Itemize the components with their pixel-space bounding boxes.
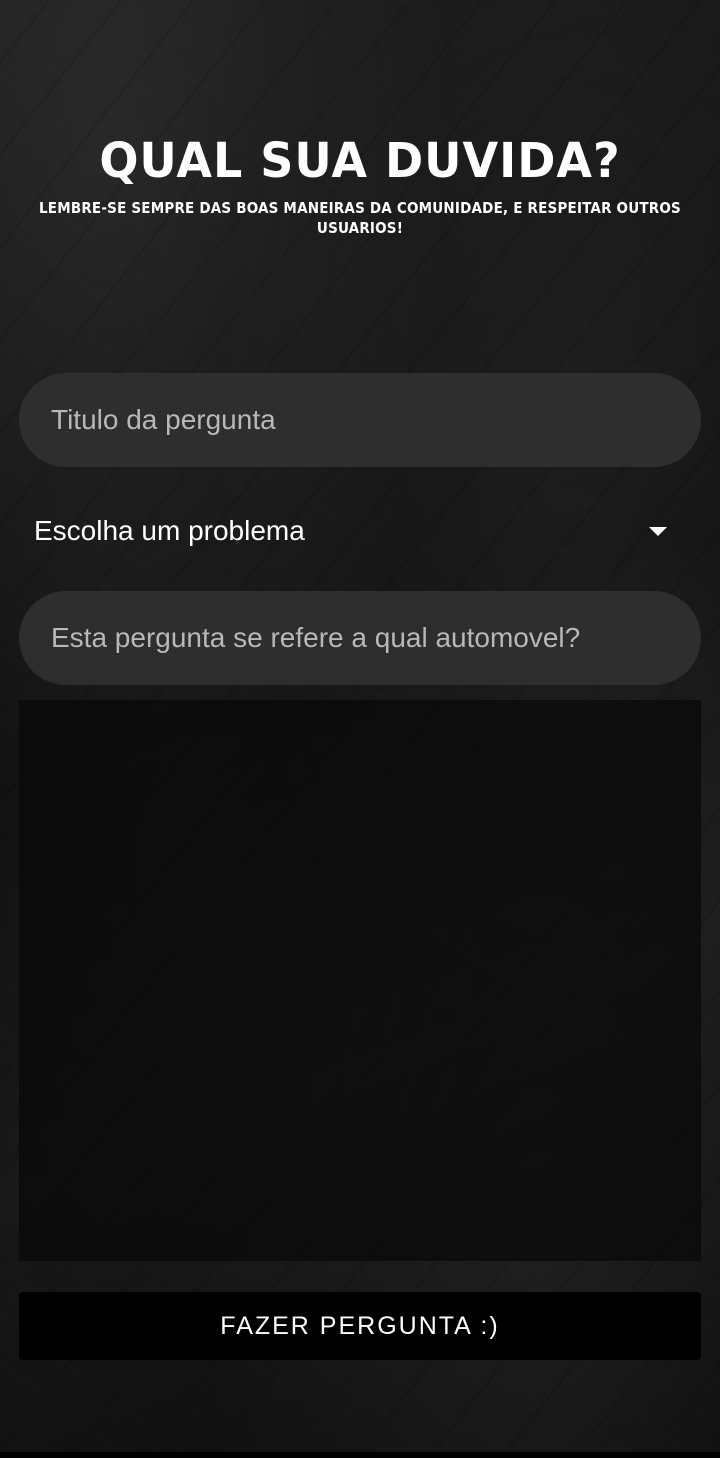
question-title-input[interactable] — [49, 403, 671, 437]
submit-question-button[interactable]: FAZER PERGUNTA :) — [19, 1292, 701, 1360]
problem-select[interactable]: Escolha um problema — [19, 500, 701, 562]
vehicle-input[interactable] — [49, 621, 671, 655]
page-header: Qual sua duvida? Lembre-se sempre das bo… — [0, 130, 720, 238]
question-description-input[interactable] — [19, 700, 701, 1261]
dropdown-caret-icon — [649, 526, 667, 536]
question-title-field[interactable] — [19, 373, 701, 467]
question-description-area[interactable] — [19, 700, 701, 1261]
vehicle-field[interactable] — [19, 591, 701, 685]
page-title: Qual sua duvida? — [99, 131, 621, 189]
bottom-edge — [0, 1452, 720, 1458]
page-subtitle: Lembre-se sempre das boas maneiras da co… — [39, 199, 681, 237]
problem-select-value: Escolha um problema — [34, 515, 305, 546]
ask-question-screen: Qual sua duvida? Lembre-se sempre das bo… — [0, 0, 720, 1458]
